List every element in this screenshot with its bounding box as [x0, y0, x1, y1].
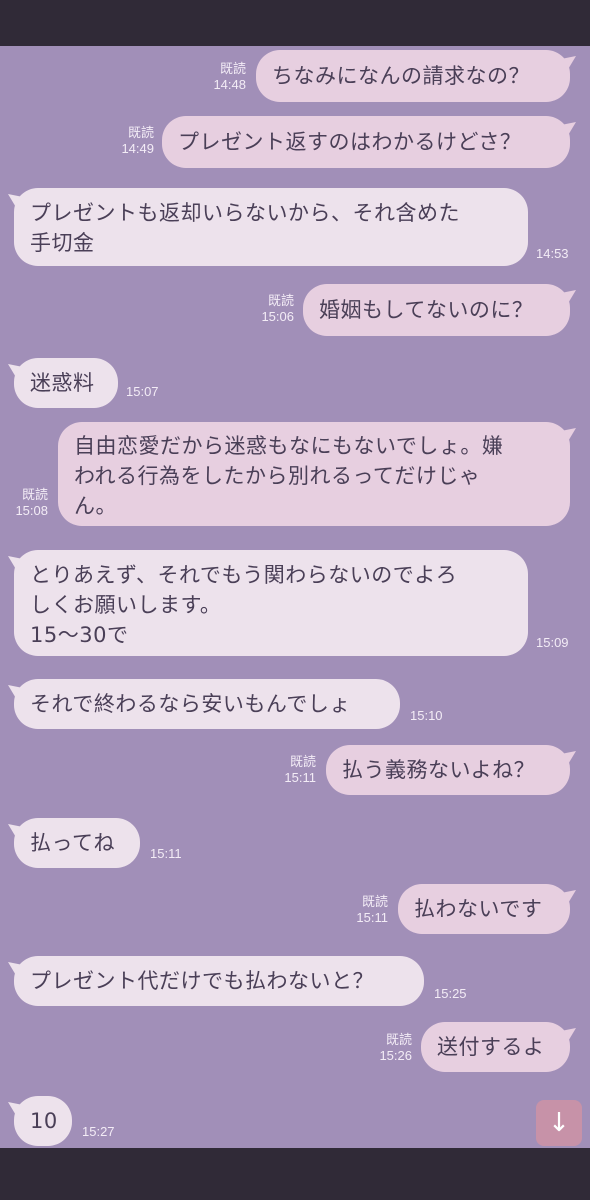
message-meta: 15:27 [82, 1124, 115, 1140]
message-bubble-outgoing[interactable]: 婚姻もしてないのに？ [303, 284, 570, 336]
navigation-bar [0, 1148, 590, 1200]
message-meta: 15:10 [410, 708, 443, 724]
message-time: 15:27 [82, 1124, 115, 1139]
message-time: 15:10 [410, 708, 443, 723]
message-meta: 既読 15:11 [284, 754, 316, 786]
message-text: 払ってね [30, 831, 115, 855]
message-bubble-incoming[interactable]: プレゼントも返却いらないから、それ含めた 手切金 [14, 188, 528, 266]
message-meta: 既読 15:26 [379, 1032, 412, 1064]
message-text: それで終わるなら安いもんでしょ [30, 692, 351, 716]
message-time: 15:11 [284, 770, 316, 785]
message-text: 自由恋愛だから迷惑もなにもないでしょ。嫌 われる行為をしたから別れるってだけじゃ… [74, 434, 504, 518]
read-receipt: 既読 [289, 754, 316, 769]
message-meta: 既読 15:06 [261, 293, 294, 325]
message-time: 15:11 [150, 846, 182, 861]
message-text: プレゼント返すのはわかるけどさ？ [178, 130, 522, 154]
message-text: 送付するよ [437, 1035, 545, 1059]
message-time: 15:06 [261, 309, 294, 324]
message-text: 払わないです [414, 897, 543, 921]
read-receipt: 既読 [385, 1032, 412, 1047]
message-bubble-incoming[interactable]: 10 [14, 1096, 72, 1146]
arrow-down-icon: ↓ [548, 1108, 570, 1138]
message-meta: 14:53 [536, 246, 569, 262]
message-bubble-outgoing[interactable]: 払わないです [398, 884, 570, 934]
message-time: 14:48 [213, 77, 246, 92]
message-time: 15:11 [356, 910, 388, 925]
message-time: 15:09 [536, 635, 569, 650]
message-bubble-incoming[interactable]: 迷惑料 [14, 358, 118, 408]
message-bubble-outgoing[interactable]: 払う義務ないよね？ [326, 745, 570, 795]
message-text: 10 [30, 1109, 58, 1133]
message-meta: 15:09 [536, 635, 569, 651]
message-time: 15:26 [379, 1048, 412, 1063]
message-time: 14:53 [536, 246, 569, 261]
message-text: プレゼント代だけでも払わないと？ [30, 969, 374, 993]
message-time: 15:25 [434, 986, 467, 1001]
message-meta: 既読 14:49 [121, 125, 154, 157]
message-time: 14:49 [121, 141, 154, 156]
message-bubble-incoming[interactable]: とりあえず、それでもう関わらないのでよろ しくお願いします。 15〜30で [14, 550, 528, 656]
message-bubble-outgoing[interactable]: プレゼント返すのはわかるけどさ？ [162, 116, 570, 168]
message-bubble-incoming[interactable]: プレゼント代だけでも払わないと？ [14, 956, 424, 1006]
message-text: 払う義務ないよね？ [342, 758, 536, 782]
message-bubble-outgoing[interactable]: 自由恋愛だから迷惑もなにもないでしょ。嫌 われる行為をしたから別れるってだけじゃ… [58, 422, 570, 526]
read-receipt: 既読 [21, 487, 48, 502]
message-bubble-incoming[interactable]: それで終わるなら安いもんでしょ [14, 679, 400, 729]
message-bubble-outgoing[interactable]: 送付するよ [421, 1022, 570, 1072]
message-meta: 既読 15:11 [356, 894, 388, 926]
message-time: 15:07 [126, 384, 159, 399]
message-text: 迷惑料 [30, 371, 95, 395]
read-receipt: 既読 [361, 894, 388, 909]
message-bubble-incoming[interactable]: 払ってね [14, 818, 140, 868]
read-receipt: 既読 [267, 293, 294, 308]
message-text: とりあえず、それでもう関わらないのでよろ しくお願いします。 15〜30で [30, 563, 458, 647]
status-bar [0, 0, 590, 46]
read-receipt: 既読 [127, 125, 154, 140]
message-bubble-outgoing[interactable]: ちなみになんの請求なの？ [256, 50, 570, 102]
message-text: 婚姻もしてないのに？ [319, 298, 534, 322]
message-text: ちなみになんの請求なの？ [272, 64, 530, 88]
message-meta: 15:07 [126, 384, 159, 400]
message-text: プレゼントも返却いらないから、それ含めた 手切金 [30, 201, 460, 255]
message-meta: 15:11 [150, 846, 182, 862]
scroll-to-bottom-button[interactable]: ↓ [536, 1100, 582, 1146]
message-meta: 既読 15:08 [15, 487, 48, 519]
chat-area[interactable]: 既読 14:48 ちなみになんの請求なの？ 既読 14:49 プレゼント返すのは… [0, 46, 590, 1148]
message-time: 15:08 [15, 503, 48, 518]
message-meta: 既読 14:48 [213, 61, 246, 93]
message-meta: 15:25 [434, 986, 467, 1002]
read-receipt: 既読 [219, 61, 246, 76]
